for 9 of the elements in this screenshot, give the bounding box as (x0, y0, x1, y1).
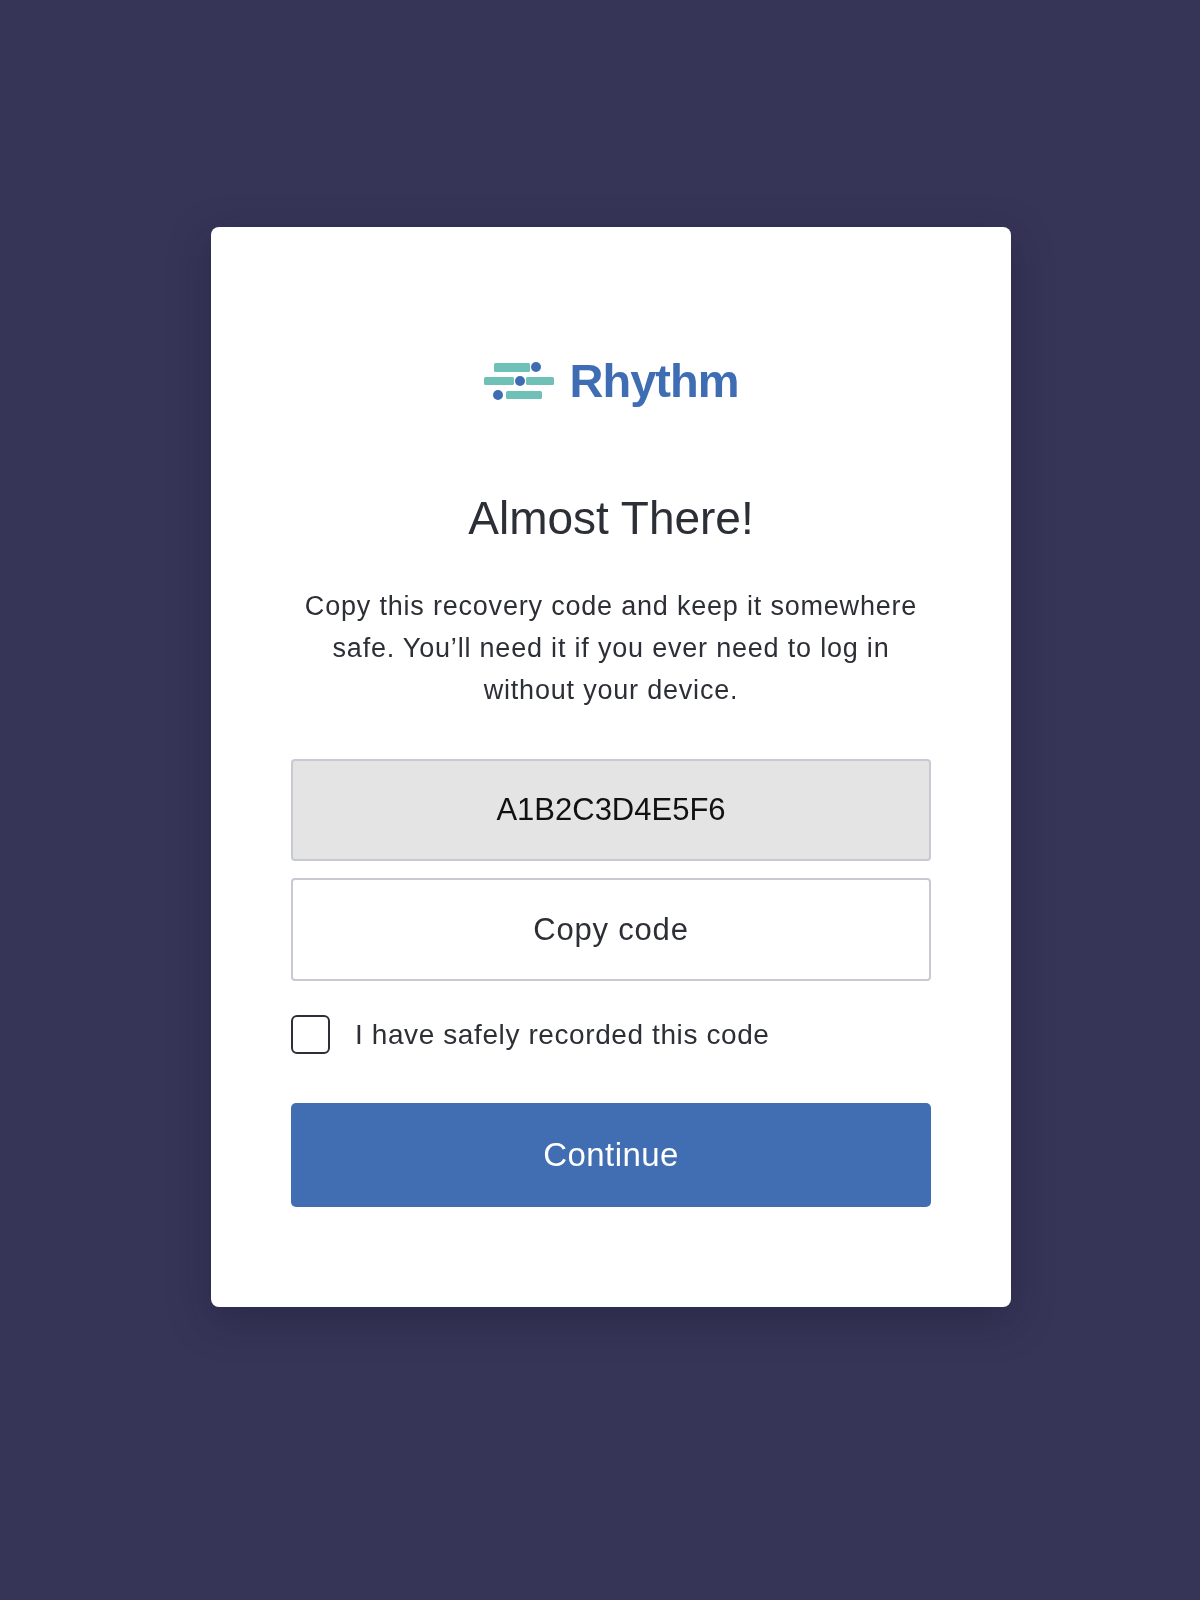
instruction-text: Copy this recovery code and keep it somewhere safe. You’ll need it if you ever need to log in without your device. (303, 590, 919, 707)
dialog-title: Almost There! (467, 491, 755, 545)
continue-button[interactable]: Continue (291, 1103, 931, 1207)
confirm-checkbox[interactable] (291, 1015, 330, 1054)
copy-code-button[interactable]: Copy code (291, 878, 931, 981)
checkbox-label: I have safely recorded this code (355, 1018, 770, 1051)
logo-icon (483, 362, 554, 400)
logo-wordmark: Rhythm (569, 357, 739, 405)
recovery-code-field[interactable]: A1B2C3D4E5F6 (291, 759, 931, 861)
